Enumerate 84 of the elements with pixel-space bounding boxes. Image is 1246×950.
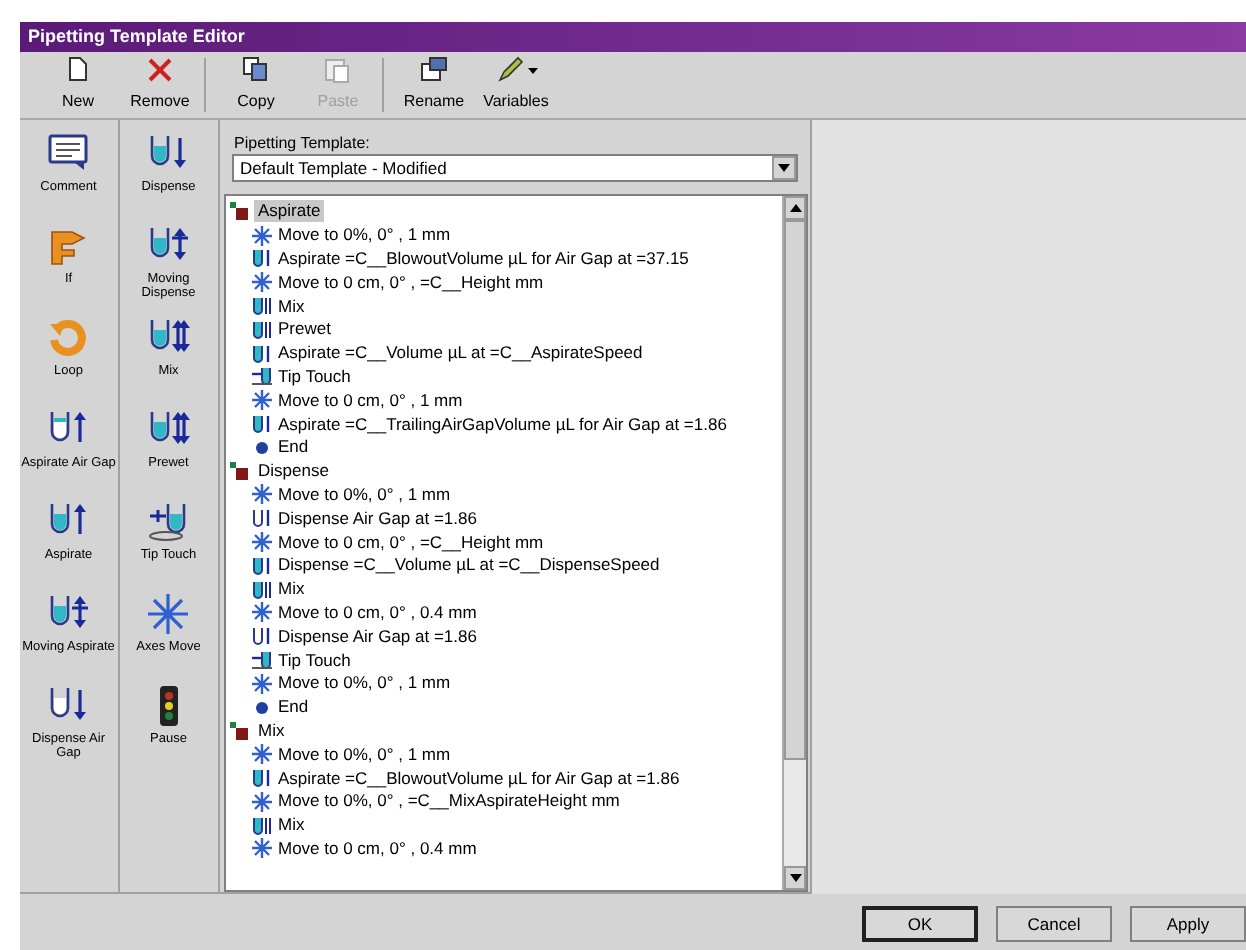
tree-item[interactable]: Aspirate =C__BlowoutVolume µL for Air Gap at =1.86: [278, 767, 680, 790]
tree-item[interactable]: End: [278, 436, 309, 459]
tree-item[interactable]: Mix: [254, 719, 289, 742]
cross-arrows-icon: [252, 744, 272, 765]
template-dropdown[interactable]: Default Template - Modified: [232, 154, 798, 182]
cross-arrows-icon: [252, 532, 272, 553]
dialog-button[interactable]: OK: [862, 906, 978, 942]
tree-item[interactable]: Mix: [278, 814, 305, 837]
tree-item[interactable]: Move to 0%, 0° , 1 mm: [278, 672, 451, 695]
toolbar-button[interactable]: New: [40, 52, 116, 118]
cross-arrows-icon: [252, 791, 272, 812]
toolbar-button[interactable]: Rename: [396, 52, 472, 118]
tree-item[interactable]: Move to 0 cm, 0° , 0.4 mm: [278, 837, 477, 860]
page-icon: [64, 56, 92, 84]
tree-item[interactable]: Aspirate =C__TrailingAirGapVolume µL for Air Gap at =1.86: [278, 413, 727, 436]
speech-bubble-icon: [46, 132, 91, 176]
tree-item[interactable]: End: [278, 696, 309, 719]
node-icon: [230, 202, 248, 221]
tree-item[interactable]: Move to 0%, 0° , 1 mm: [278, 743, 451, 766]
cross-arrows-icon: [252, 838, 272, 859]
pipette-icon: [252, 296, 272, 317]
pipette-tip-icon: [146, 500, 191, 544]
tree-item[interactable]: Prewet: [278, 318, 331, 341]
dialog-button[interactable]: Apply: [1130, 906, 1246, 942]
tree-item[interactable]: Move to 0 cm, 0° , 1 mm: [278, 389, 463, 412]
tree-item[interactable]: Dispense: [254, 460, 333, 483]
tree-item[interactable]: Mix: [278, 295, 305, 318]
cross-arrows-icon: [252, 602, 272, 623]
caret-icon: [527, 67, 537, 73]
dialog-button[interactable]: Cancel: [996, 906, 1112, 942]
tree-item[interactable]: Tip Touch: [278, 365, 351, 388]
tree-item[interactable]: Tip Touch: [278, 649, 351, 672]
tree-item[interactable]: Move to 0 cm, 0° , 0.4 mm: [278, 601, 477, 624]
node-icon: [230, 721, 248, 740]
pipette-icon: [252, 414, 272, 435]
tree-item[interactable]: Aspirate =C__BlowoutVolume µL for Air Gap at =37.15: [278, 247, 689, 270]
cross-arrows-icon: [146, 592, 191, 636]
paste-icon: [324, 56, 352, 84]
pipette-icon: [252, 626, 272, 647]
pipette-icon: [252, 248, 272, 269]
field-label: Pipetting Template:: [232, 132, 372, 154]
dropdown-button[interactable]: [772, 156, 796, 180]
pipette-icon: [252, 768, 272, 789]
node-icon: [230, 462, 248, 481]
cross-arrows-icon: [252, 272, 272, 293]
bullet-icon: [252, 697, 272, 718]
pipette-icon: [252, 555, 272, 576]
pipette-tip-icon: [252, 366, 272, 387]
cross-arrows-icon: [252, 673, 272, 694]
pipette-tip-icon: [252, 650, 272, 671]
tree-item[interactable]: Dispense Air Gap at =1.86: [278, 507, 477, 530]
tree-item[interactable]: Mix: [278, 578, 305, 601]
tree-item[interactable]: Aspirate =C__Volume µL at =C__AspirateSpeed: [278, 342, 643, 365]
circular-arrow-icon: [46, 316, 91, 360]
cross-arrows-icon: [252, 390, 272, 411]
scroll-up-icon[interactable]: [789, 204, 801, 212]
window-title: Pipetting Template Editor: [20, 22, 1246, 52]
pipette-icon: [252, 508, 272, 529]
pipette-icon: [252, 343, 272, 364]
copy-icon: [242, 56, 270, 84]
tree-item[interactable]: Dispense =C__Volume µL at =C__DispenseSpeed: [278, 554, 660, 577]
toolbar-button[interactable]: Copy: [218, 52, 294, 118]
pipette-icon: [252, 579, 272, 600]
window-icon: [420, 56, 448, 84]
tree-item[interactable]: Dispense Air Gap at =1.86: [278, 625, 477, 648]
tree-item[interactable]: Move to 0 cm, 0° , =C__Height mm: [278, 271, 544, 294]
scroll-thumb[interactable]: [784, 220, 806, 760]
tree-item[interactable]: Move to 0%, 0° , 1 mm: [278, 483, 451, 506]
tree-item[interactable]: Move to 0 cm, 0° , =C__Height mm: [278, 531, 544, 554]
toolbar-button[interactable]: Variables: [478, 52, 554, 118]
caret-icon: [778, 164, 790, 172]
tree-item[interactable]: Aspirate: [254, 200, 325, 223]
scrollbar[interactable]: [782, 196, 806, 890]
toolbar-button[interactable]: Remove: [122, 52, 198, 118]
cross-arrows-icon: [252, 484, 272, 505]
pipette-icon: [252, 815, 272, 836]
bullet-icon: [252, 437, 272, 458]
tree-item[interactable]: Move to 0%, 0° , =C__MixAspirateHeight mm: [278, 790, 620, 813]
scroll-down-icon[interactable]: [789, 874, 801, 882]
pen-icon: [495, 56, 523, 84]
tree-item[interactable]: Move to 0%, 0° , 1 mm: [278, 224, 451, 247]
cross-icon: [146, 56, 174, 84]
pipette-icon: [252, 319, 272, 340]
cross-arrows-icon: [252, 225, 272, 246]
